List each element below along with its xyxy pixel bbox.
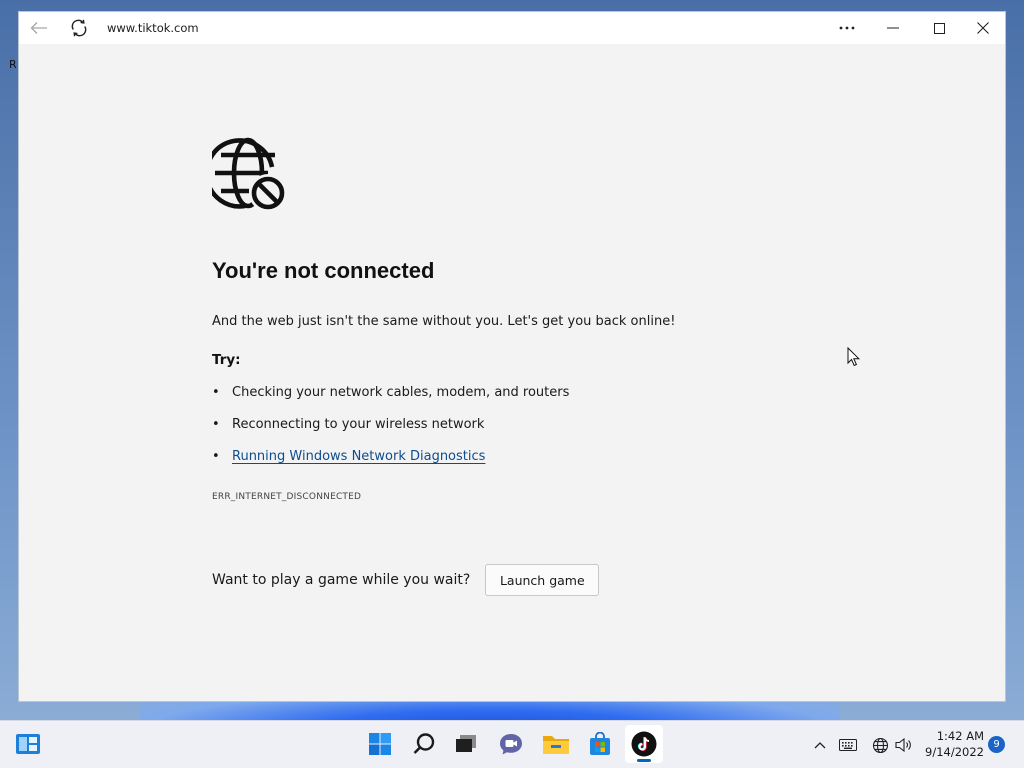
start-button[interactable]: [361, 725, 399, 763]
game-prompt-row: Want to play a game while you wait? Laun…: [212, 564, 600, 596]
store-button[interactable]: [581, 725, 619, 763]
address-bar-url[interactable]: www.tiktok.com: [107, 21, 199, 35]
volume-button[interactable]: [893, 721, 915, 768]
tiktok-app-button[interactable]: [625, 725, 663, 763]
launch-game-button[interactable]: Launch game: [485, 564, 600, 596]
file-explorer-button[interactable]: [537, 725, 575, 763]
clock-time: 1:42 AM: [936, 729, 984, 743]
page-title: You're not connected: [212, 258, 435, 283]
show-hidden-icons-button[interactable]: [810, 721, 830, 768]
game-prompt-text: Want to play a game while you wait?: [212, 572, 471, 588]
tiktok-icon: [631, 731, 657, 757]
error-description: And the web just isn't the same without …: [212, 314, 676, 329]
minimize-icon: [887, 27, 899, 29]
active-app-indicator: [637, 759, 651, 762]
notification-badge[interactable]: 9: [988, 736, 1005, 753]
task-view-icon: [456, 735, 476, 752]
list-item: • Running Windows Network Diagnostics: [212, 449, 569, 481]
chat-icon: [500, 734, 522, 755]
store-icon: [590, 732, 610, 755]
windows-start-icon: [369, 733, 391, 755]
desktop-icon-label: R: [9, 58, 17, 71]
refresh-icon: [71, 19, 87, 37]
more-icon: [839, 26, 855, 30]
more-options-button[interactable]: [829, 12, 865, 44]
bullet: •: [212, 417, 220, 432]
network-diagnostics-link[interactable]: Running Windows Network Diagnostics: [232, 449, 485, 464]
suggestion-text: Checking your network cables, modem, and…: [232, 385, 570, 400]
search-icon: [413, 733, 435, 754]
mouse-cursor-icon: [847, 347, 861, 367]
widgets-button[interactable]: [9, 725, 47, 763]
widgets-icon: [16, 734, 40, 754]
taskbar: 1:42 AM 9/14/2022: [0, 720, 1024, 768]
network-status-button[interactable]: [869, 721, 891, 768]
globe-blocked-icon: [212, 137, 287, 212]
error-code: ERR_INTERNET_DISCONNECTED: [212, 492, 362, 502]
file-explorer-icon: [543, 736, 569, 754]
bullet: •: [212, 449, 220, 464]
title-bar: www.tiktok.com: [19, 12, 1005, 44]
network-globe-icon: [872, 737, 888, 753]
keyboard-icon: [839, 739, 857, 751]
minimize-button[interactable]: [875, 12, 911, 44]
suggestion-text: Reconnecting to your wireless network: [232, 417, 485, 432]
task-view-button[interactable]: [447, 725, 485, 763]
maximize-icon: [933, 22, 945, 34]
try-label: Try:: [212, 352, 241, 368]
speaker-icon: [895, 737, 911, 753]
bullet: •: [212, 385, 220, 400]
back-arrow-icon: [30, 22, 47, 34]
chat-button[interactable]: [492, 725, 530, 763]
input-indicator-button[interactable]: [836, 721, 860, 768]
list-item: • Checking your network cables, modem, a…: [212, 385, 569, 417]
search-button[interactable]: [405, 725, 443, 763]
back-button[interactable]: [23, 12, 55, 44]
suggestions-list: • Checking your network cables, modem, a…: [212, 385, 569, 481]
list-item: • Reconnecting to your wireless network: [212, 417, 569, 449]
chevron-up-icon: [814, 742, 826, 749]
close-icon: [977, 22, 989, 34]
maximize-button[interactable]: [921, 12, 957, 44]
close-button[interactable]: [965, 12, 1001, 44]
refresh-button[interactable]: [63, 12, 95, 44]
clock[interactable]: 1:42 AM 9/14/2022: [918, 728, 984, 760]
clock-date: 9/14/2022: [925, 745, 984, 759]
